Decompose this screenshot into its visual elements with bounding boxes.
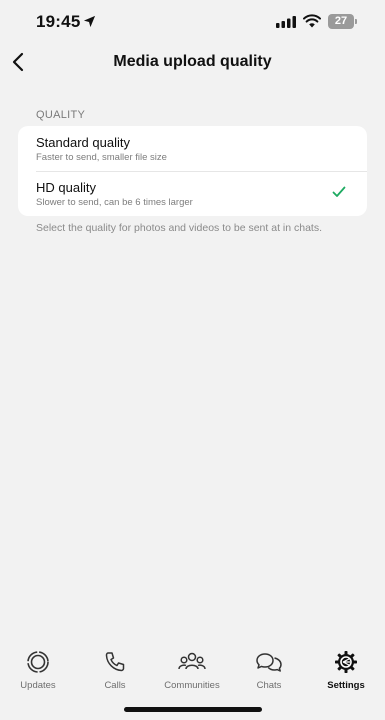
tab-label: Communities [164, 680, 220, 691]
tab-updates[interactable]: Updates [0, 650, 76, 691]
status-bar: 19:45 27 [0, 0, 385, 46]
status-time: 19:45 [36, 12, 81, 31]
home-indicator [124, 707, 262, 712]
tab-chats[interactable]: Chats [231, 650, 307, 691]
tab-settings[interactable]: Settings [308, 650, 384, 691]
option-subtitle: Faster to send, smaller file size [36, 152, 167, 163]
option-title: HD quality [36, 180, 96, 195]
location-arrow-icon [83, 15, 96, 28]
updates-icon [27, 651, 49, 673]
wifi-icon [303, 14, 321, 28]
tab-calls[interactable]: Calls [77, 650, 153, 691]
chats-icon [256, 653, 282, 672]
tab-label: Settings [327, 680, 365, 691]
cellular-signal-icon [276, 16, 296, 28]
settings-icon [335, 651, 357, 673]
quality-footer-note: Select the quality for photos and videos… [36, 222, 323, 234]
checkmark-icon [332, 186, 346, 197]
section-header-quality: QUALITY [36, 109, 86, 121]
option-subtitle: Slower to send, can be 6 times larger [36, 197, 193, 208]
tab-communities[interactable]: Communities [154, 650, 230, 691]
option-title: Standard quality [36, 135, 130, 150]
phone-icon [105, 652, 125, 672]
option-hd-quality[interactable]: HD quality Slower to send, can be 6 time… [18, 171, 367, 216]
tab-label: Updates [20, 680, 56, 691]
battery-indicator: 27 [328, 14, 357, 29]
tab-label: Chats [256, 680, 282, 691]
communities-icon [178, 652, 206, 670]
tab-label: Calls [104, 680, 126, 691]
quality-options-card: Standard quality Faster to send, smaller… [18, 126, 367, 216]
page-title: Media upload quality [113, 53, 272, 70]
option-standard-quality[interactable]: Standard quality Faster to send, smaller… [18, 126, 367, 171]
